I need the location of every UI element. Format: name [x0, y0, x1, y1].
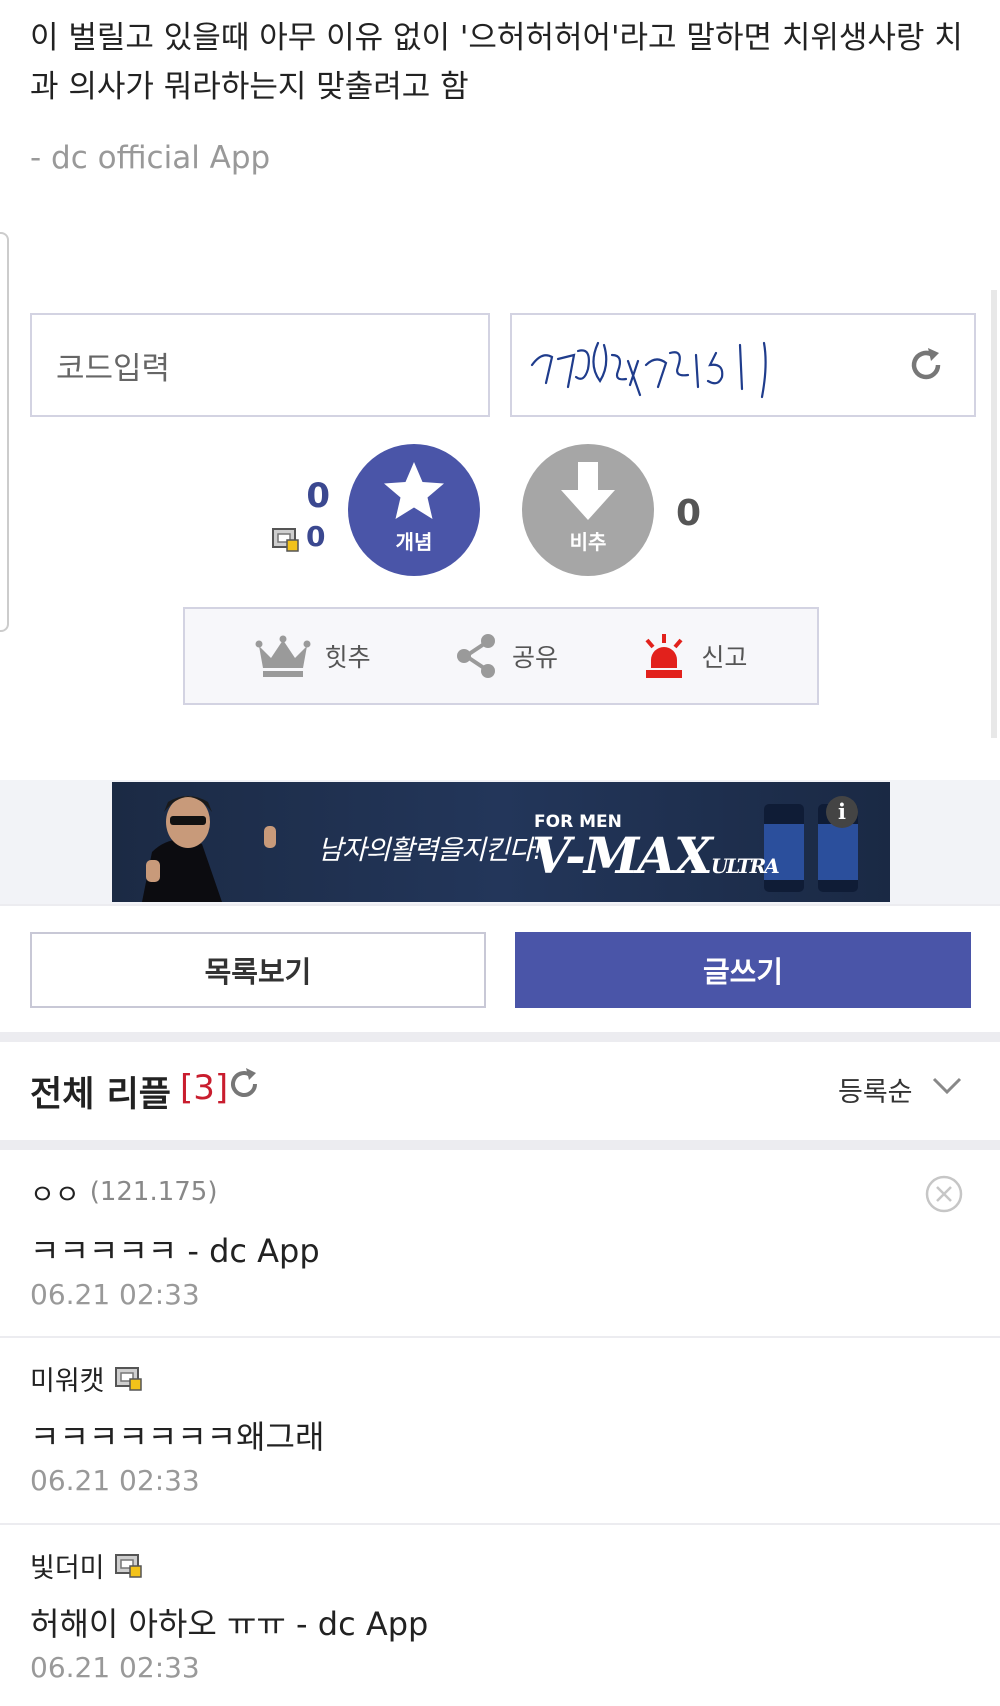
- comment-time: 06.21 02:33: [30, 1464, 200, 1497]
- comment-author[interactable]: ㅇㅇ: [30, 1173, 80, 1212]
- captcha-image-box: [510, 313, 976, 417]
- refresh-icon[interactable]: [906, 345, 946, 385]
- post-action-bar: 힛추 공유 신고: [183, 607, 819, 705]
- chevron-down-icon[interactable]: [932, 1076, 962, 1096]
- comment-text: 허해이 아하오 ㅠㅠ - dc App: [30, 1605, 429, 1643]
- comment-item: 빛더미 허해이 아하오 ㅠㅠ - dc App 06.21 02:33: [30, 1545, 970, 1685]
- scrollbar[interactable]: [991, 290, 997, 738]
- ad-tagline: 남자의활력을지킨다!: [318, 835, 543, 866]
- comment-author-row: 빛더미: [30, 1545, 970, 1585]
- share-button[interactable]: 공유: [454, 632, 558, 680]
- side-panel-edge: [0, 232, 9, 632]
- unrecommend-button[interactable]: 비추: [522, 444, 654, 576]
- hit-recommend-label: 힛추: [324, 643, 371, 672]
- ad-banner[interactable]: 남자의활력을지킨다! FOR MEN V-MAXULTRA i: [112, 782, 890, 902]
- fixed-user-icon: [272, 528, 299, 552]
- comment-item: 미워캣 ㅋㅋㅋㅋㅋㅋㅋ왜그래 06.21 02:33: [30, 1358, 970, 1498]
- comment-author-row: 미워캣: [30, 1358, 970, 1398]
- siren-icon: [645, 634, 683, 678]
- star-icon: [384, 461, 444, 519]
- recommend-button[interactable]: 개념: [348, 444, 480, 576]
- comment-text: ㅋㅋㅋㅋㅋ - dc App: [30, 1232, 320, 1270]
- fixed-recommend-count: 0: [306, 520, 326, 553]
- comment-time: 06.21 02:33: [30, 1651, 200, 1684]
- reply-section-title: 전체 리플: [30, 1075, 171, 1115]
- ad-brand: V-MAXULTRA: [532, 826, 780, 885]
- info-icon[interactable]: i: [826, 796, 858, 828]
- ad-brand-main: V-MAX: [532, 826, 713, 885]
- section-divider: [0, 904, 1000, 906]
- post-body: 이 벌릴고 있을때 아무 이유 없이 '으허허허어'라고 말하면 치위생사랑 치…: [30, 20, 963, 105]
- ad-brand-suffix: ULTRA: [710, 854, 780, 878]
- crown-icon: [255, 635, 311, 677]
- recommend-label: 개념: [395, 529, 433, 554]
- comment-author[interactable]: 미워캣: [30, 1359, 105, 1398]
- comment-author[interactable]: 빛더미: [30, 1546, 105, 1585]
- comment-text: ㅋㅋㅋㅋㅋㅋㅋ왜그래: [30, 1418, 325, 1456]
- comment-time: 06.21 02:33: [30, 1278, 200, 1311]
- section-divider: [0, 1032, 1000, 1042]
- sort-dropdown[interactable]: 등록순: [838, 1070, 913, 1109]
- close-circle-icon[interactable]: [924, 1174, 964, 1214]
- captcha-image: [530, 341, 767, 399]
- unrecommend-count: 0: [676, 493, 702, 534]
- comment-author-row: ㅇㅇ (121.175): [30, 1172, 970, 1212]
- write-button[interactable]: 글쓰기: [515, 932, 971, 1008]
- recommend-count: 0: [306, 476, 330, 516]
- section-divider: [0, 1140, 1000, 1150]
- reply-count: [3]: [180, 1068, 229, 1108]
- captcha-code-input[interactable]: 코드입력: [30, 313, 490, 417]
- unrecommend-label: 비추: [569, 529, 607, 554]
- share-label: 공유: [511, 643, 558, 672]
- captcha-placeholder: 코드입력: [56, 350, 171, 387]
- down-arrow-icon: [561, 461, 615, 520]
- fixed-user-icon: [114, 1554, 142, 1578]
- post-signature: - dc official App: [30, 140, 271, 176]
- comment-ip: (121.175): [89, 1177, 218, 1207]
- refresh-icon[interactable]: [226, 1066, 262, 1102]
- list-view-button[interactable]: 목록보기: [30, 932, 486, 1008]
- report-button[interactable]: 신고: [641, 632, 747, 680]
- report-label: 신고: [701, 643, 748, 672]
- comment-divider: [0, 1336, 1000, 1338]
- share-icon: [456, 634, 495, 678]
- fixed-user-icon: [114, 1367, 142, 1391]
- comment-divider: [0, 1523, 1000, 1525]
- hit-recommend-button[interactable]: 힛추: [255, 634, 371, 678]
- comment-item: ㅇㅇ (121.175) ㅋㅋㅋㅋㅋ - dc App 06.21 02:33: [30, 1172, 970, 1311]
